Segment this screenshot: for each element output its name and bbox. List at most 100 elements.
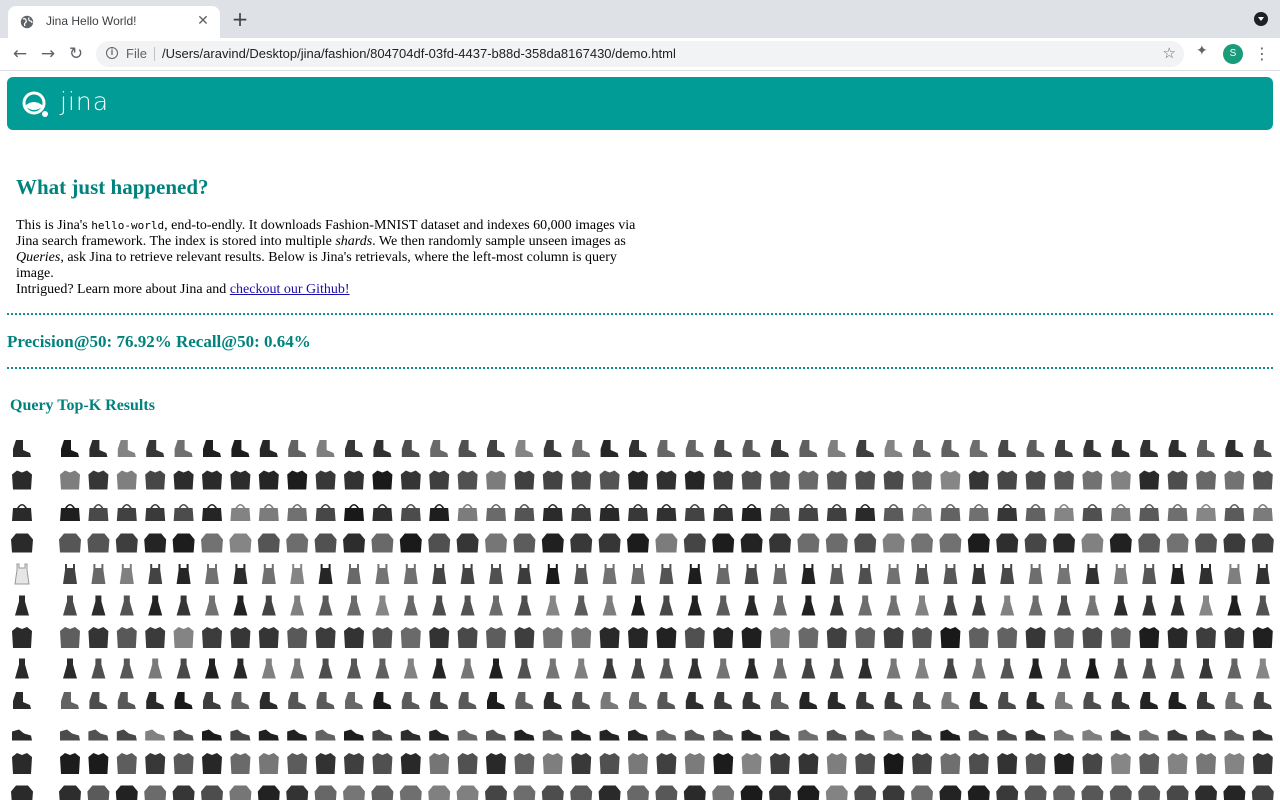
result-image <box>542 470 563 490</box>
result-image <box>798 627 819 648</box>
query-image <box>15 595 29 616</box>
result-image <box>545 595 560 616</box>
result-image <box>347 564 361 584</box>
result-image <box>486 627 506 648</box>
result-image <box>1170 595 1185 616</box>
result-image <box>659 595 674 616</box>
result-image <box>460 564 475 584</box>
result-image <box>912 729 932 741</box>
result-image <box>91 595 106 616</box>
result-image <box>628 753 648 774</box>
result-image <box>941 440 960 457</box>
result-image <box>145 729 166 741</box>
result-image <box>231 692 250 709</box>
extensions-icon[interactable]: ✦ <box>1196 44 1210 58</box>
browser-tab[interactable]: Jina Hello World! ✕ <box>8 6 220 38</box>
reload-icon[interactable]: ↻ <box>64 42 88 66</box>
result-image <box>119 595 134 616</box>
divider <box>7 313 1273 315</box>
result-image <box>1085 658 1100 679</box>
result-image <box>1251 533 1274 553</box>
result-image <box>201 785 223 800</box>
close-icon[interactable]: ✕ <box>194 12 212 30</box>
result-image <box>1196 504 1216 521</box>
result-image <box>716 595 731 616</box>
result-image <box>115 785 138 800</box>
result-image <box>742 440 761 457</box>
result-image <box>801 564 816 584</box>
tab-search-icon[interactable] <box>1254 12 1268 26</box>
result-image <box>513 533 536 553</box>
result-image <box>116 504 137 521</box>
result-image <box>1196 627 1216 648</box>
arrow-right-icon[interactable]: → <box>36 42 60 66</box>
result-image <box>571 627 592 648</box>
result-image <box>631 595 645 616</box>
result-image <box>61 692 79 709</box>
result-image <box>375 595 390 616</box>
result-image <box>1111 692 1130 709</box>
result-image <box>1224 470 1245 490</box>
result-image <box>1024 785 1047 800</box>
result-image <box>400 627 421 648</box>
result-image <box>316 440 335 457</box>
result-image <box>1082 470 1103 490</box>
result-image <box>257 533 280 553</box>
result-image <box>969 692 988 709</box>
result-image <box>230 470 251 490</box>
result-image <box>684 729 705 741</box>
result-image <box>968 753 989 774</box>
result-image <box>517 595 532 616</box>
address-bar[interactable]: i File /Users/aravind/Desktop/jina/fashi… <box>96 41 1184 67</box>
result-image <box>1227 595 1242 616</box>
result-image <box>1083 692 1102 709</box>
result-image <box>769 785 791 800</box>
result-image <box>344 753 364 774</box>
result-image <box>1142 658 1157 679</box>
result-image <box>230 504 251 521</box>
star-icon[interactable]: ☆ <box>1163 44 1176 62</box>
result-image <box>116 729 137 741</box>
result-image <box>148 658 163 679</box>
url-text[interactable]: /Users/aravind/Desktop/jina/fashion/8047… <box>162 46 676 61</box>
result-image <box>116 470 137 490</box>
result-image <box>1057 658 1071 679</box>
result-image <box>770 627 790 648</box>
result-image <box>656 504 677 521</box>
result-image <box>116 753 137 774</box>
result-image <box>713 753 734 774</box>
result-image <box>176 564 191 584</box>
result-image <box>769 533 791 553</box>
result-image <box>513 785 536 800</box>
result-image <box>318 564 333 584</box>
result-image <box>541 785 564 800</box>
arrow-left-icon[interactable]: ← <box>8 42 32 66</box>
avatar[interactable]: S <box>1223 44 1243 64</box>
result-image <box>1167 627 1188 648</box>
result-image <box>403 595 418 616</box>
result-image <box>599 729 620 741</box>
info-icon[interactable]: i <box>106 47 118 59</box>
result-image <box>205 564 219 584</box>
result-image <box>173 753 194 774</box>
result-image <box>229 785 252 800</box>
result-image <box>347 595 361 616</box>
query-image <box>12 504 32 521</box>
result-image <box>741 753 762 774</box>
result-image <box>258 729 279 741</box>
menu-icon[interactable]: ⋮ <box>1254 44 1270 64</box>
result-image <box>1109 785 1132 800</box>
result-image <box>940 627 961 648</box>
github-link[interactable]: checkout our Github! <box>230 282 350 297</box>
query-image <box>12 729 32 741</box>
brand-name[interactable]: jina <box>60 87 109 116</box>
result-image <box>373 440 392 457</box>
result-image <box>628 729 648 741</box>
result-image <box>968 470 989 490</box>
plus-icon[interactable]: + <box>230 9 250 29</box>
result-image <box>884 692 903 709</box>
result-image <box>826 729 847 741</box>
result-image <box>1170 658 1185 679</box>
result-image <box>1111 440 1130 457</box>
result-image <box>687 564 702 584</box>
